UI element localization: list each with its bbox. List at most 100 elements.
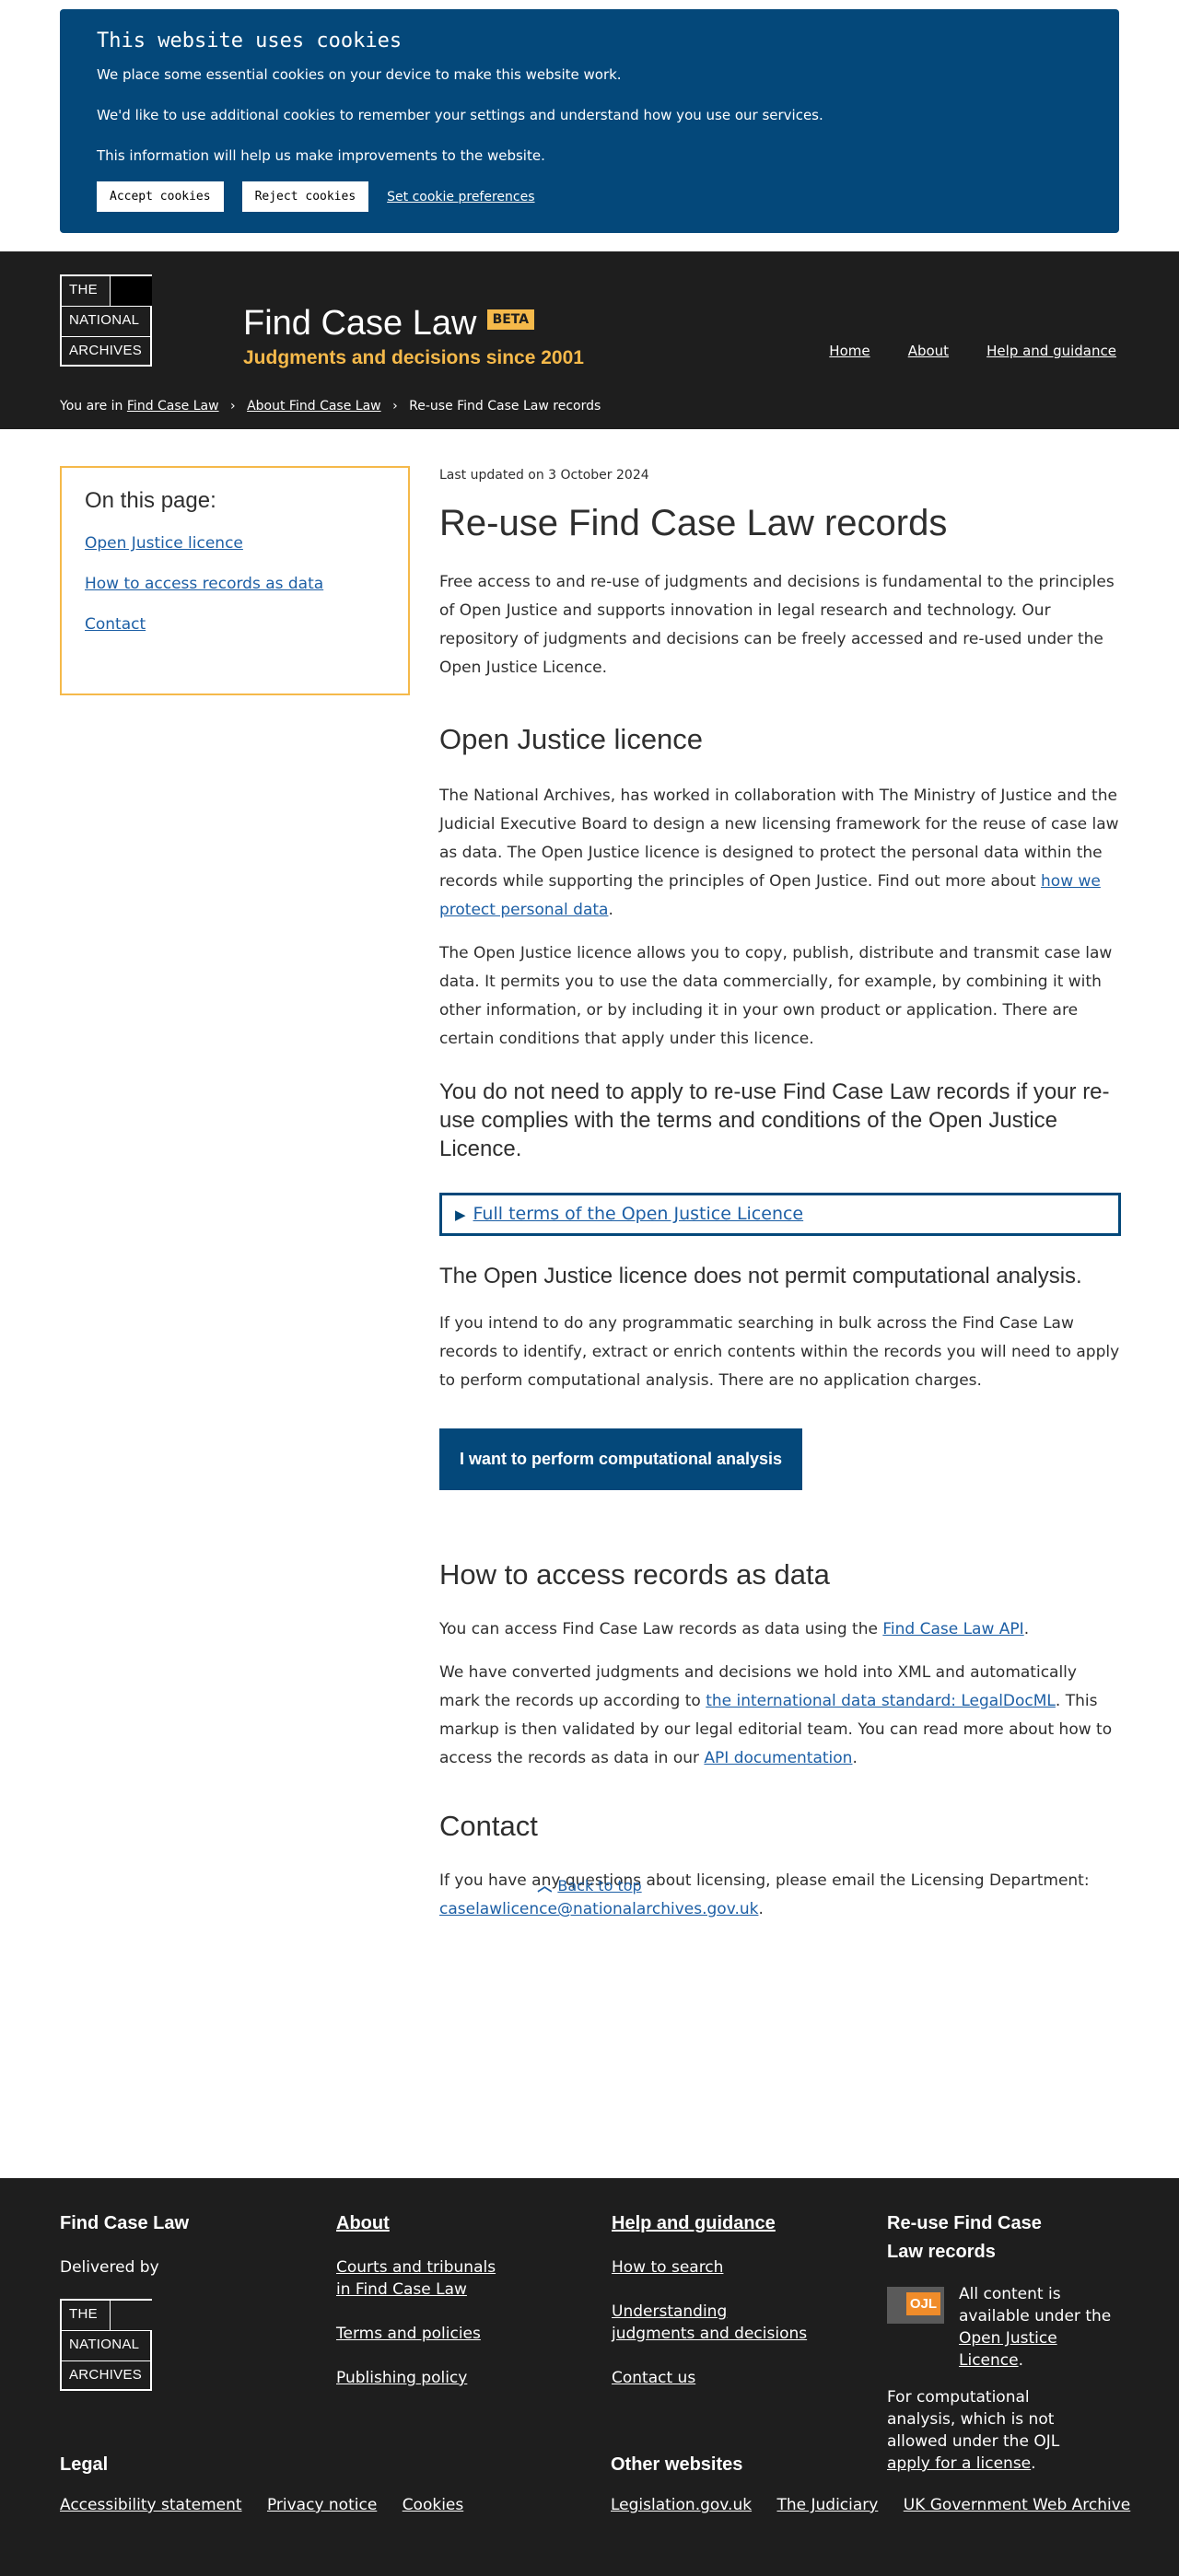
footer-col-about: About Courts and tribunals in Find Case … [336, 2209, 576, 2389]
cookie-text-1: We place some essential cookies on your … [97, 66, 622, 83]
logo-square [110, 2301, 152, 2331]
cookie-title: This website uses cookies [97, 29, 403, 52]
logo-black-square [110, 276, 152, 307]
triangle-right-icon: ▶ [455, 1206, 466, 1223]
article: Last updated on 3 October 2024 Re-use Fi… [439, 468, 1121, 1924]
site-header: The National Archives Find Case Law BETA… [0, 251, 1179, 429]
chevron-right-icon: › [230, 399, 236, 414]
footer-help-link[interactable]: Help and guidance [612, 2213, 776, 2233]
footer-national-archives-logo[interactable]: The National Archives [60, 2299, 152, 2391]
footer-legal-title: Legal [60, 2454, 109, 2475]
ojl-text: All content is available under the Open … [959, 2285, 1112, 2370]
licence-paragraph-1: The National Archives, has worked in col… [439, 787, 1119, 919]
contact-heading: Contact [439, 1810, 538, 1842]
api-documentation-link[interactable]: API documentation [704, 1749, 852, 1767]
no-apply-heading: You do not need to apply to re-use Find … [439, 1079, 1110, 1161]
full-terms-link[interactable]: Full terms of the Open Justice Licence [473, 1204, 804, 1224]
logo-word-the: The [62, 276, 110, 307]
breadcrumb-about[interactable]: About Find Case Law [247, 399, 381, 414]
national-archives-logo[interactable]: The National Archives [60, 274, 152, 367]
legaldocml-link[interactable]: the international data standard: LegalDo… [706, 1692, 1056, 1710]
reject-cookies-button[interactable]: Reject cookies [241, 181, 369, 212]
legislation-link[interactable]: Legislation.gov.uk [611, 2496, 752, 2514]
licence-heading: Open Justice licence [439, 723, 704, 755]
footer-other-title: Other websites [611, 2454, 743, 2475]
licensing-email-link[interactable]: caselawlicence@nationalarchives.gov.uk [439, 1900, 758, 1918]
logo-word-national: National [62, 307, 152, 337]
logo-word-archives: Archives [69, 2367, 143, 2383]
computational-analysis-button[interactable]: I want to perform computational analysis [439, 1428, 803, 1490]
footer-courts-link[interactable]: Courts and tribunals in Find Case Law [336, 2258, 496, 2299]
footer-legal-links: Accessibility statement Privacy notice C… [60, 2496, 484, 2514]
logo-word-national: National [62, 2331, 152, 2361]
toc-link-access[interactable]: How to access records as data [85, 575, 323, 593]
judiciary-link[interactable]: The Judiciary [776, 2496, 878, 2514]
accessibility-statement-link[interactable]: Accessibility statement [60, 2496, 242, 2514]
cookie-banner: This website uses cookies We place some … [60, 9, 1119, 233]
chevron-up-icon: ︿ [537, 1877, 553, 1894]
footer-col-find-case-law: Find Case Law Delivered by The National … [60, 2209, 299, 2391]
breadcrumb: You are in Find Case Law › About Find Ca… [60, 399, 601, 414]
back-to-top-link[interactable]: Back to top [557, 1877, 641, 1894]
footer-understanding-link[interactable]: Understanding judgments and decisions [612, 2302, 807, 2343]
chevron-right-icon: › [392, 399, 398, 414]
accept-cookies-button[interactable]: Accept cookies [97, 181, 224, 212]
intro-paragraph: Free access to and re-use of judgments a… [439, 573, 1115, 677]
footer-title-find-case-law: Find Case Law [60, 2213, 190, 2233]
footer-publishing-link[interactable]: Publishing policy [336, 2369, 467, 2387]
cookies-link[interactable]: Cookies [403, 2496, 464, 2514]
cookie-preferences-link[interactable]: Set cookie preferences [387, 190, 534, 204]
footer-terms-link[interactable]: Terms and policies [336, 2325, 481, 2343]
footer-other-websites: Other websites Legislation.gov.uk The Ju… [611, 2454, 1150, 2514]
cookie-actions: Accept cookies Reject cookies Set cookie… [97, 181, 1082, 212]
footer-title-reuse: Re-use Find Case Law records [887, 2213, 1042, 2262]
footer-col-help: Help and guidance How to search Understa… [612, 2209, 851, 2389]
ojl-licence-link[interactable]: Open Justice Licence [959, 2329, 1057, 2370]
site-tagline: Judgments and decisions since 2001 [243, 347, 584, 368]
breadcrumb-prefix: You are in [60, 399, 123, 414]
beta-badge: BETA [486, 309, 535, 330]
toc-link-contact[interactable]: Contact [85, 615, 146, 634]
footer-about-list: Courts and tribunals in Find Case Law Te… [336, 2256, 576, 2389]
footer-help-list: How to search Understanding judgments an… [612, 2256, 851, 2389]
ojl-notice: OJL All content is available under the O… [887, 2283, 1126, 2372]
footer-about-link[interactable]: About [336, 2213, 390, 2233]
ojl-logo-icon: OJL [887, 2287, 944, 2324]
on-this-page-box: On this page: Open Justice licence How t… [60, 466, 410, 695]
not-permit-heading: The Open Justice licence does not permit… [439, 1264, 1082, 1288]
api-link[interactable]: Find Case Law API [882, 1620, 1023, 1638]
delivered-by: Delivered by [60, 2258, 159, 2277]
footer-legal: Legal Accessibility statement Privacy no… [60, 2454, 484, 2514]
nav-about[interactable]: About [908, 343, 949, 359]
breadcrumb-find-case-law[interactable]: Find Case Law [127, 399, 219, 414]
access-heading: How to access records as data [439, 1558, 830, 1591]
footer-contact-us-link[interactable]: Contact us [612, 2369, 695, 2387]
toc-list: Open Justice licence How to access recor… [85, 534, 385, 634]
site-footer: Find Case Law Delivered by The National … [0, 2178, 1179, 2576]
footer-col-reuse: Re-use Find Case Law records OJL All con… [887, 2209, 1126, 2475]
cookie-text-2: We'd like to use additional cookies to r… [97, 107, 823, 123]
toc-link-licence[interactable]: Open Justice licence [85, 534, 243, 553]
access-paragraph-1: You can access Find Case Law records as … [439, 1620, 1030, 1638]
footer-other-links: Legislation.gov.uk The Judiciary UK Gove… [611, 2496, 1150, 2514]
toc-title: On this page: [85, 488, 216, 513]
privacy-notice-link[interactable]: Privacy notice [267, 2496, 377, 2514]
full-terms-details[interactable]: ▶ Full terms of the Open Justice Licence [439, 1193, 1121, 1236]
bulk-paragraph: If you intend to do any programmatic sea… [439, 1314, 1120, 1390]
site-title: Find Case Law BETA Judgments and decisio… [243, 304, 584, 369]
top-nav: Home About Help and guidance [796, 342, 1116, 359]
logo-word-the: The [62, 2301, 110, 2331]
footer-how-to-search-link[interactable]: How to search [612, 2258, 723, 2277]
cookie-banner-wrapper: This website uses cookies We place some … [0, 0, 1179, 251]
licence-paragraph-2: The Open Justice licence allows you to c… [439, 944, 1113, 1048]
nav-help[interactable]: Help and guidance [986, 343, 1116, 359]
breadcrumb-current: Re-use Find Case Law records [409, 399, 601, 414]
back-to-top: ︿ Back to top [0, 1873, 1179, 1895]
nav-home[interactable]: Home [829, 343, 870, 359]
web-archive-link[interactable]: UK Government Web Archive [904, 2496, 1131, 2514]
site-name[interactable]: Find Case Law [243, 304, 476, 343]
cookie-text-3: This information will help us make impro… [97, 147, 545, 164]
last-updated: Last updated on 3 October 2024 [439, 468, 649, 483]
page-title: Re-use Find Case Law records [439, 503, 948, 543]
logo-word-archives: Archives [69, 343, 143, 358]
